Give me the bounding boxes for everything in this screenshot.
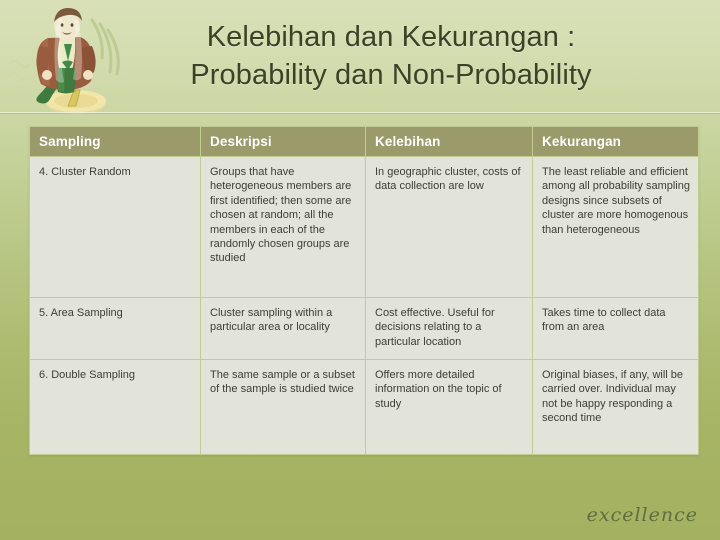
column-header-deskripsi: Deskripsi (200, 126, 366, 157)
page-title: Kelebihan dan Kekurangan : Probability d… (106, 18, 676, 94)
footer-brand-mark: excellence (586, 504, 698, 526)
table-row: 6. Double Sampling The same sample or a … (29, 359, 699, 455)
cell-sampling: 5. Area Sampling (29, 297, 201, 360)
cell-kekurangan: Original biases, if any, will be carried… (532, 359, 699, 455)
cell-kelebihan: Offers more detailed information on the … (365, 359, 533, 455)
column-header-kekurangan: Kekurangan (532, 126, 699, 157)
cell-kekurangan: The least reliable and efficient among a… (532, 156, 699, 298)
column-header-kelebihan: Kelebihan (365, 126, 533, 157)
table-row: 5. Area Sampling Cluster sampling within… (29, 297, 699, 360)
cell-kelebihan: In geographic cluster, costs of data col… (365, 156, 533, 298)
cell-kekurangan: Takes time to collect data from an area (532, 297, 699, 360)
cell-deskripsi: The same sample or a subset of the sampl… (200, 359, 366, 455)
cell-deskripsi: Cluster sampling within a particular are… (200, 297, 366, 360)
cell-sampling: 4. Cluster Random (29, 156, 201, 298)
page-title-line-1: Kelebihan dan Kekurangan : (206, 21, 576, 53)
column-header-sampling: Sampling (29, 126, 201, 157)
sampling-comparison-table: Sampling Deskripsi Kelebihan Kekurangan … (29, 126, 699, 455)
table-header-row: Sampling Deskripsi Kelebihan Kekurangan (29, 126, 699, 157)
slide-canvas: Kelebihan dan Kekurangan : Probability d… (0, 0, 720, 540)
title-divider-shadow (0, 113, 720, 114)
cell-sampling: 6. Double Sampling (29, 359, 201, 455)
cell-deskripsi: Groups that have heterogeneous members a… (200, 156, 366, 298)
title-zone: Kelebihan dan Kekurangan : Probability d… (0, 0, 720, 114)
page-title-line-2: Probability dan Non-Probability (190, 59, 592, 91)
cell-kelebihan: Cost effective. Useful for decisions rel… (365, 297, 533, 360)
table-row: 4. Cluster Random Groups that have heter… (29, 156, 699, 298)
